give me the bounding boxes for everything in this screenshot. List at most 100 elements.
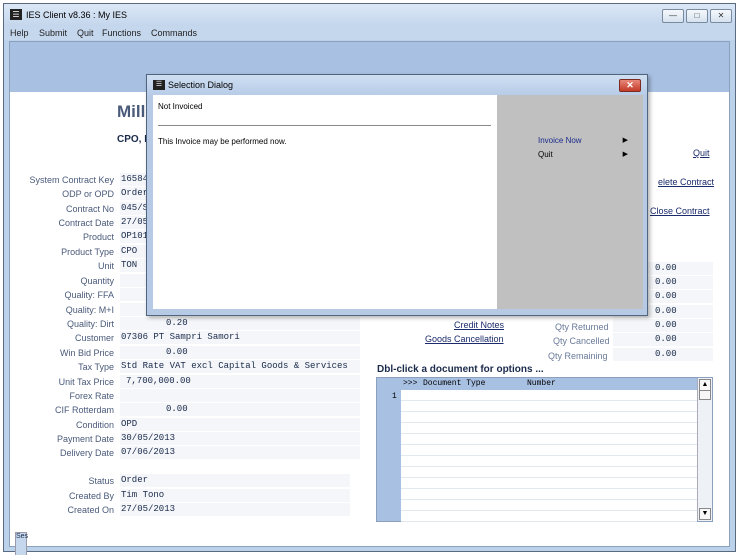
field-value[interactable]: 07306 PT Sampri Samori	[120, 331, 360, 344]
table-row[interactable]	[401, 511, 697, 522]
field-label: Unit Tax Price	[58, 377, 114, 387]
dialog-message-panel: Not Invoiced This Invoice may be perform…	[153, 95, 497, 309]
table-row[interactable]	[401, 434, 697, 445]
field-label: Product	[82, 232, 114, 242]
table-row[interactable]	[401, 467, 697, 478]
option-invoice-now[interactable]: Invoice Now ▶	[538, 136, 628, 145]
menu-commands[interactable]: Commands	[151, 28, 197, 38]
documents-scrollbar[interactable]: ▲ ▼	[697, 378, 712, 521]
table-row[interactable]	[401, 445, 697, 456]
menu-help[interactable]: Help	[10, 28, 29, 38]
option-quit[interactable]: Quit ▶	[538, 150, 628, 159]
credit-notes-link[interactable]: Credit Notes	[454, 320, 504, 330]
table-row[interactable]	[401, 423, 697, 434]
close-contract-link[interactable]: Close Contract	[650, 206, 710, 216]
field-label: Quality: FFA	[64, 290, 114, 300]
header-document-type[interactable]: Document Type	[423, 379, 485, 388]
close-window-button[interactable]: ✕	[710, 9, 732, 23]
field-label: Win Bid Price	[59, 348, 114, 358]
dialog-message: This Invoice may be performed now.	[158, 137, 287, 146]
field-label: Status	[88, 476, 114, 486]
field-label: System Contract Key	[29, 175, 114, 185]
window-title: IES Client v8.36 : My IES	[26, 10, 128, 20]
field-label: Contract No	[65, 204, 114, 214]
field-label: CIF Rotterdam	[54, 405, 114, 415]
option-invoice-now-label: Invoice Now	[538, 136, 582, 145]
menu-submit[interactable]: Submit	[39, 28, 67, 38]
field-value[interactable]: Tim Tono	[120, 489, 350, 502]
selection-dialog: ☰ Selection Dialog ✕ Not Invoiced This I…	[146, 74, 648, 316]
dialog-title: Selection Dialog	[168, 80, 234, 90]
table-row[interactable]	[401, 500, 697, 511]
quantity-label: Qty Remaining	[548, 351, 608, 361]
title-bar: ☰ IES Client v8.36 : My IES — □ ✕	[4, 4, 735, 26]
row-gutter: 1	[377, 378, 401, 521]
field-label: Created By	[68, 491, 114, 501]
header-marker: >>>	[403, 379, 418, 388]
quantity-label: Qty Returned	[555, 322, 609, 332]
scroll-thumb[interactable]	[699, 390, 711, 400]
row-number: 1	[392, 392, 397, 401]
quantity-label: Qty Cancelled	[553, 336, 610, 346]
maximize-button[interactable]: □	[686, 9, 708, 23]
field-label: Quality: M+I	[65, 305, 114, 315]
field-value[interactable]: 0.00	[120, 346, 360, 359]
field-value[interactable]	[120, 389, 360, 402]
table-row[interactable]	[401, 489, 697, 500]
field-label: Quantity	[80, 276, 114, 286]
dialog-separator	[158, 125, 491, 126]
field-value[interactable]: 07/06/2013	[120, 446, 360, 459]
dialog-close-button[interactable]: ✕	[619, 79, 641, 92]
table-row[interactable]	[401, 401, 697, 412]
table-row[interactable]	[401, 456, 697, 467]
dialog-heading: Not Invoiced	[158, 102, 203, 111]
quit-link[interactable]: Quit	[693, 148, 710, 158]
table-row[interactable]	[401, 412, 697, 423]
field-value[interactable]: 30/05/2013	[120, 432, 360, 445]
field-value[interactable]: 27/05/2013	[120, 503, 350, 516]
field-label: Quality: Dirt	[66, 319, 114, 329]
field-label: Unit	[97, 261, 114, 271]
menu-functions[interactable]: Functions	[102, 28, 141, 38]
minimize-button[interactable]: —	[662, 9, 684, 23]
menu-quit[interactable]: Quit	[77, 28, 94, 38]
option-quit-label: Quit	[538, 150, 553, 159]
dialog-title-bar: ☰ Selection Dialog ✕	[147, 75, 647, 95]
table-row[interactable]	[401, 478, 697, 489]
session-label: Ses	[16, 533, 29, 540]
field-label: Created On	[67, 505, 114, 515]
field-value[interactable]: 0.00	[120, 403, 360, 416]
field-value[interactable]: Order	[120, 474, 350, 487]
header-number[interactable]: Number	[527, 379, 556, 388]
delete-contract-link[interactable]: elete Contract	[658, 177, 714, 187]
dialog-app-icon: ☰	[153, 80, 165, 90]
documents-title: Dbl-click a document for options ...	[377, 364, 544, 375]
field-value[interactable]: Std Rate VAT excl Capital Goods & Servic…	[120, 360, 360, 373]
field-value[interactable]: OPD	[120, 418, 360, 431]
field-label: ODP or OPD	[62, 189, 114, 199]
field-value[interactable]: 7,700,000.00	[120, 375, 360, 388]
triangle-right-icon: ▶	[622, 137, 628, 144]
quantity-value[interactable]: 0.00	[613, 348, 713, 361]
field-label: Customer	[74, 333, 114, 343]
quantity-value[interactable]: 0.00	[613, 333, 713, 346]
page-title: Mill	[117, 102, 146, 121]
goods-cancellation-link[interactable]: Goods Cancellation	[425, 334, 504, 344]
dialog-options-panel: Invoice Now ▶ Quit ▶	[497, 95, 643, 309]
documents-header: >>> Document Type Number	[401, 378, 697, 390]
field-label: Contract Date	[58, 218, 114, 228]
app-icon: ☰	[10, 9, 22, 20]
table-row[interactable]	[401, 390, 697, 401]
menu-bar: Help Submit Quit Functions Commands	[4, 26, 735, 40]
field-label: Payment Date	[56, 434, 114, 444]
field-label: Tax Type	[78, 362, 114, 372]
quantity-value[interactable]: 0.00	[613, 319, 713, 332]
triangle-right-icon: ▶	[622, 151, 628, 158]
scroll-down-icon[interactable]: ▼	[699, 508, 711, 520]
field-label: Delivery Date	[59, 448, 114, 458]
field-label: Condition	[75, 420, 114, 430]
field-label: Forex Rate	[69, 391, 114, 401]
documents-grid[interactable]: 1 >>> Document Type Number ▲ ▼	[376, 377, 713, 522]
field-value[interactable]: 0.20	[120, 317, 360, 330]
session-tab[interactable]: Ses	[15, 532, 29, 555]
